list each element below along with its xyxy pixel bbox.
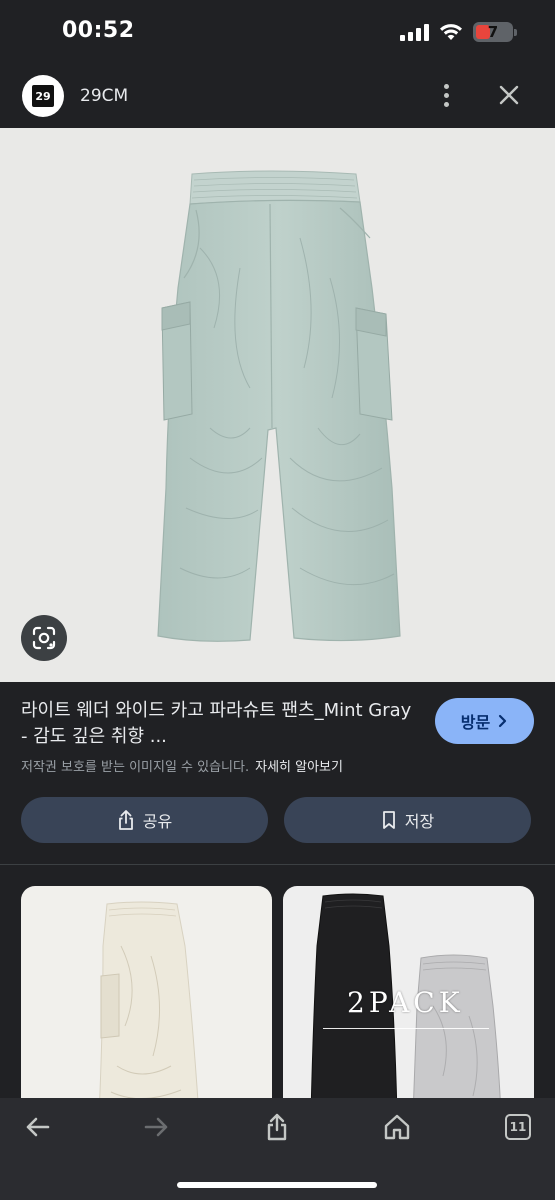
- wifi-icon: [440, 24, 462, 40]
- status-time: 00:52: [62, 18, 135, 43]
- related-images: 2PACK: [0, 865, 555, 1116]
- arrow-right-icon: [144, 1117, 168, 1137]
- site-logo-text: 29: [32, 85, 54, 107]
- browser-toolbar: 11: [0, 1098, 555, 1200]
- copyright-text: 저작권 보호를 받는 이미지일 수 있습니다.: [21, 760, 250, 775]
- battery-icon: 7: [473, 22, 517, 42]
- ivory-pants-image: [98, 901, 200, 1116]
- image-info-panel: 라이트 웨더 와이드 카고 파라슈트 팬츠_Mint Gray - 감도 깊은 …: [0, 682, 555, 864]
- home-icon: [384, 1114, 410, 1140]
- related-image-card[interactable]: 2PACK: [283, 886, 534, 1116]
- lens-icon: [32, 626, 56, 650]
- home-indicator: [177, 1182, 377, 1188]
- related-image-card[interactable]: [21, 886, 272, 1116]
- share-icon: [267, 1113, 287, 1141]
- tabs-button[interactable]: 11: [501, 1112, 535, 1142]
- more-options-button[interactable]: [432, 80, 460, 110]
- share-label: 공유: [142, 812, 173, 831]
- tab-count: 11: [505, 1114, 531, 1140]
- site-logo[interactable]: 29: [22, 75, 64, 117]
- copyright-notice: 저작권 보호를 받는 이미지일 수 있습니다. 자세히 알아보기: [21, 756, 343, 775]
- home-button[interactable]: [380, 1112, 414, 1142]
- learn-more-link[interactable]: 자세히 알아보기: [255, 760, 343, 775]
- forward-button[interactable]: [140, 1112, 174, 1142]
- share-icon: [118, 810, 133, 830]
- save-label: 저장: [404, 812, 435, 831]
- battery-level: 7: [487, 23, 499, 41]
- visit-button[interactable]: 방문: [435, 698, 534, 744]
- overlay-underline: [323, 1028, 489, 1029]
- share-page-button[interactable]: [260, 1112, 294, 1142]
- site-header: 29 29CM: [0, 66, 555, 128]
- chevron-right-icon: [499, 714, 507, 728]
- product-title[interactable]: 라이트 웨더 와이드 카고 파라슈트 팬츠_Mint Gray - 감도 깊은 …: [21, 698, 413, 750]
- mint-cargo-pants-image: [157, 170, 401, 642]
- back-button[interactable]: [20, 1112, 54, 1142]
- close-icon: [499, 85, 519, 105]
- bookmark-icon: [382, 811, 395, 829]
- visit-label: 방문: [460, 713, 491, 732]
- status-icons: 7: [400, 22, 517, 42]
- product-image[interactable]: [0, 128, 555, 682]
- site-name[interactable]: 29CM: [80, 86, 128, 106]
- google-lens-button[interactable]: [21, 615, 67, 661]
- related-overlay-text: 2PACK: [347, 986, 464, 1019]
- share-button[interactable]: 공유: [21, 797, 268, 843]
- arrow-left-icon: [26, 1117, 50, 1137]
- close-button[interactable]: [494, 80, 524, 110]
- status-bar: 00:52 7: [0, 0, 555, 66]
- cellular-signal-icon: [400, 23, 429, 41]
- save-button[interactable]: 저장: [284, 797, 531, 843]
